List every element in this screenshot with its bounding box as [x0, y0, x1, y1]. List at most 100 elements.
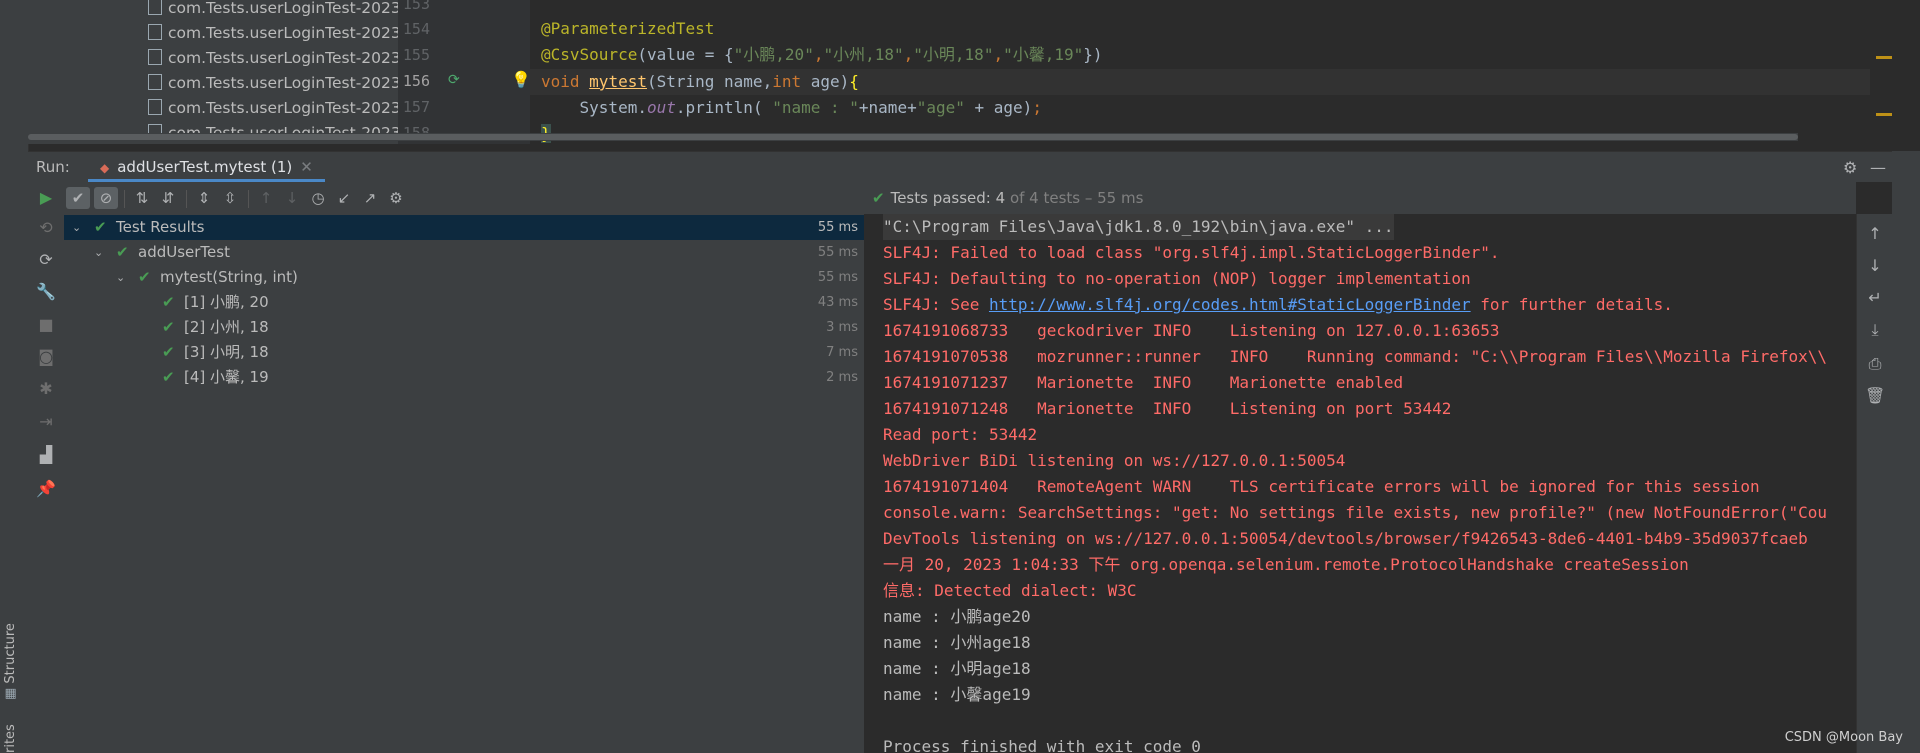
import-tests-icon[interactable]: ↙ [332, 187, 356, 209]
file-icon [148, 99, 162, 115]
check-icon: ✔ [162, 368, 175, 386]
check-icon: ✔ [162, 318, 175, 336]
project-file-item[interactable]: com.Tests.userLoginTest-2023 [148, 46, 398, 70]
sort-alpha-icon[interactable]: ⇅ [130, 187, 154, 209]
console-output[interactable]: "C:\Program Files\Java\jdk1.8.0_192\bin\… [864, 214, 1856, 753]
close-icon[interactable]: ✕ [300, 158, 313, 176]
project-file-item[interactable]: com.Tests.userLoginTest-2023 [148, 96, 398, 120]
check-icon: ✔ [94, 218, 107, 236]
structure-tab-label: Structure [3, 623, 18, 684]
project-file-item[interactable]: com.Tests.userLoginTest-2023 [148, 71, 398, 95]
method-name: mytest [589, 72, 647, 91]
code-token: age) [801, 72, 850, 91]
run-tab-label: addUserTest.mytest (1) [117, 158, 293, 176]
structure-tab[interactable]: ▦ Structure [3, 623, 18, 700]
arrow-up-icon[interactable]: ↑ [1865, 224, 1885, 243]
scroll-to-end-icon[interactable]: ⤓ [1865, 320, 1885, 340]
console-side-toolbar: ↑ ↓ ↵ ⤓ ⎙ 🗑 [1856, 214, 1893, 753]
console-line: 1674191071404 RemoteAgent WARN TLS certi… [883, 477, 1760, 496]
annotation: @CsvSource [541, 45, 638, 64]
debug-icon[interactable]: ✱ [36, 379, 56, 398]
error-stripe-marker[interactable] [1876, 56, 1892, 59]
favorites-tab[interactable]: rites [3, 724, 18, 753]
chevron-down-icon[interactable]: ⌄ [94, 240, 103, 265]
error-stripe-marker[interactable] [1876, 113, 1892, 116]
arrow-down-icon[interactable]: ↓ [1865, 256, 1885, 275]
run-side-toolbar: ▶ ⟲ ⟳ 🔧 ■ ◙ ✱ ⇥ ▟ 📌 [28, 182, 65, 753]
export-tests-icon[interactable]: ↗ [358, 187, 382, 209]
print-icon[interactable]: ⎙ [1865, 354, 1885, 374]
rerun-icon[interactable]: ▶ [36, 188, 56, 207]
chevron-down-icon[interactable]: ⌄ [72, 215, 81, 240]
code-token: { [849, 72, 859, 91]
tree-item-class[interactable]: ⌄ ✔ addUserTest 55 ms [64, 240, 864, 265]
tree-item-method[interactable]: ⌄ ✔ mytest(String, int) 55 ms [64, 265, 864, 290]
check-icon: ✔ [872, 189, 885, 207]
collapse-all-icon[interactable]: ⇳ [218, 187, 242, 209]
expand-all-icon[interactable]: ⇕ [192, 187, 216, 209]
trash-icon[interactable]: 🗑 [1865, 386, 1885, 405]
wrench-icon[interactable]: 🔧 [36, 282, 56, 301]
console-line: 1674191068733 geckodriver INFO Listening… [883, 321, 1500, 340]
exit-icon[interactable]: ⇥ [36, 412, 56, 431]
console-line: 1674191071248 Marionette INFO Listening … [883, 399, 1452, 418]
chevron-down-icon[interactable]: ⌄ [116, 265, 125, 290]
run-test-gutter-icon[interactable]: ⟳ [448, 72, 460, 88]
camera-icon[interactable]: ◙ [36, 347, 56, 366]
tree-item-invocation[interactable]: ✔ [1] 小鹏, 20 43 ms [64, 290, 864, 315]
console-text: for further details. [1470, 295, 1673, 314]
toggle-auto-test-icon[interactable]: ⟳ [36, 250, 56, 269]
minimize-icon[interactable]: — [1870, 158, 1886, 177]
tree-item-invocation[interactable]: ✔ [2] 小州, 18 3 ms [64, 315, 864, 340]
watermark: CSDN @Moon Bay [1784, 730, 1903, 745]
tree-item-label: [3] 小明, 18 [184, 343, 269, 361]
pin-icon[interactable]: 📌 [36, 479, 56, 498]
console-link[interactable]: http://www.slf4j.org/codes.html#StaticLo… [989, 295, 1471, 314]
line-number: 156 [402, 72, 430, 90]
console-line: WebDriver BiDi listening on ws://127.0.0… [883, 451, 1346, 470]
code-token: , [993, 45, 1004, 64]
history-icon[interactable]: ◷ [306, 187, 330, 209]
project-file-item[interactable]: com.Tests.userLoginTest-2023 [148, 0, 398, 20]
favorites-tab-label: rites [3, 724, 18, 753]
show-passed-icon[interactable]: ✔ [66, 187, 90, 209]
sort-duration-icon[interactable]: ⇵ [156, 187, 180, 209]
console-line: Read port: 53442 [883, 425, 1038, 444]
tree-item-test-results[interactable]: ⌄ ✔ Test Results 55 ms [64, 215, 864, 240]
editor-horizontal-scrollbar[interactable] [28, 133, 1798, 141]
tree-item-duration: 55 ms [817, 245, 858, 260]
run-tool-window-header: Run: ◆ addUserTest.mytest (1) ✕ ⚙ — [28, 151, 1920, 182]
tree-item-duration: 2 ms [826, 370, 858, 385]
settings-icon[interactable]: ⚙ [384, 187, 408, 209]
run-config-tab[interactable]: ◆ addUserTest.mytest (1) ✕ [88, 152, 325, 182]
line-number: 154 [402, 20, 430, 38]
console-line: SLF4J: See http://www.slf4j.org/codes.ht… [883, 292, 1673, 318]
scrollbar-thumb[interactable] [28, 134, 1798, 140]
file-icon [148, 74, 162, 90]
tree-item-label: [4] 小馨, 19 [184, 368, 269, 386]
console-command-line: "C:\Program Files\Java\jdk1.8.0_192\bin\… [883, 214, 1394, 240]
layout-icon[interactable]: ▟ [36, 445, 56, 464]
previous-failed-icon[interactable]: ↑ [254, 187, 278, 209]
tree-item-invocation[interactable]: ✔ [4] 小馨, 19 2 ms [64, 365, 864, 390]
code-line-156: void mytest(String name,int age){ [541, 69, 859, 95]
file-icon [148, 24, 162, 40]
lightbulb-icon[interactable]: 💡 [511, 70, 531, 89]
code-token: (value = { [637, 45, 734, 64]
tree-item-duration: 43 ms [817, 295, 858, 310]
gear-icon[interactable]: ⚙ [1843, 158, 1857, 177]
next-failed-icon[interactable]: ↓ [280, 187, 304, 209]
run-label: Run: [36, 158, 70, 176]
code-view: @ParameterizedTest @CsvSource(value = {"… [541, 0, 1850, 144]
soft-wrap-icon[interactable]: ↵ [1865, 288, 1885, 307]
project-tree: com.Tests.userLoginTest-2023 com.Tests.u… [28, 0, 398, 144]
stop-icon[interactable]: ■ [36, 315, 56, 334]
console-line: 1674191070538 mozrunner::runner INFO Run… [883, 347, 1828, 366]
check-icon: ✔ [116, 243, 129, 261]
show-ignored-icon[interactable]: ⊘ [94, 187, 118, 209]
keyword: int [772, 72, 802, 91]
tree-item-invocation[interactable]: ✔ [3] 小明, 18 7 ms [64, 340, 864, 365]
string-literal: "小鹏,20" [733, 45, 814, 64]
rerun-failed-icon[interactable]: ⟲ [36, 218, 56, 237]
project-file-item[interactable]: com.Tests.userLoginTest-2023 [148, 21, 398, 45]
